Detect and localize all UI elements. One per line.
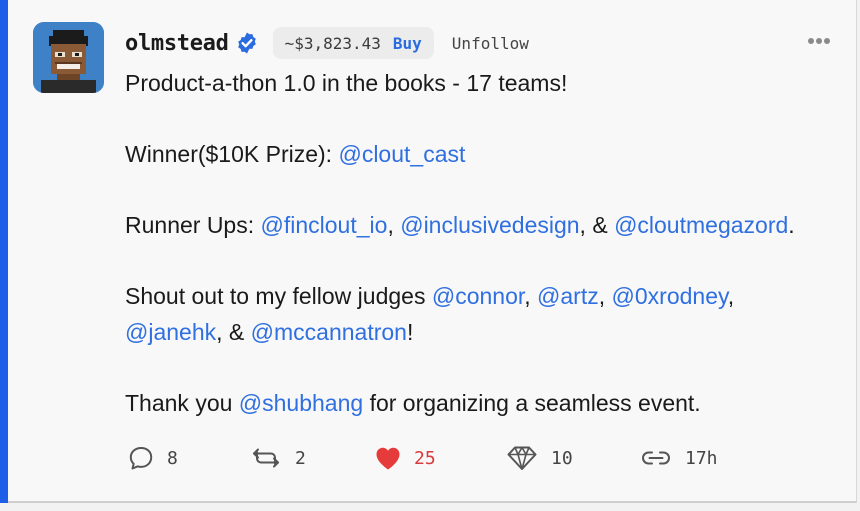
text-segment: , <box>727 283 735 309</box>
mention-link[interactable]: @janehk <box>125 319 216 345</box>
mention-link[interactable]: @shubhang <box>239 390 363 416</box>
verified-badge-icon <box>237 32 256 54</box>
avatar[interactable] <box>33 22 104 93</box>
ellipsis-icon[interactable] <box>806 34 832 48</box>
heart-icon <box>376 447 400 470</box>
post-body: Product-a-thon 1.0 in the books - 17 tea… <box>125 66 825 421</box>
post-line: Thank you @shubhang for organizing a sea… <box>125 386 825 422</box>
mention-link[interactable]: @inclusivedesign <box>400 212 579 238</box>
text-segment: , <box>598 283 612 309</box>
reclout-count: 2 <box>295 447 306 469</box>
comment-count: 8 <box>167 447 178 469</box>
diamond-icon <box>507 446 537 470</box>
text-segment: Winner($10K Prize): <box>125 141 339 167</box>
text-segment: , & <box>216 318 251 345</box>
post-line: Winner($10K Prize): @clout_cast <box>125 137 825 173</box>
post-line: Runner Ups: @finclout_io, @inclusivedesi… <box>125 208 825 244</box>
diamond-count: 10 <box>551 447 573 469</box>
comment-icon <box>129 447 153 470</box>
like-count: 25 <box>414 447 436 469</box>
mention-link[interactable]: @mccannatron <box>251 319 407 345</box>
text-segment: for organizing a seamless event. <box>363 389 701 416</box>
post-card[interactable]: olmstead ~$3,823.43 Buy Unfollow Product… <box>0 0 857 503</box>
like-button[interactable]: 25 <box>374 443 436 473</box>
avatar-image <box>33 22 104 93</box>
diamond-button[interactable]: 10 <box>505 443 573 473</box>
mention-link[interactable]: @clout_cast <box>338 141 465 167</box>
text-segment: Runner Ups: <box>125 212 261 238</box>
unfollow-button[interactable]: Unfollow <box>452 34 529 53</box>
post-timestamp: 17h <box>685 447 718 469</box>
text-segment: , <box>387 212 401 238</box>
username-link[interactable]: olmstead <box>125 31 229 56</box>
coin-price-pill[interactable]: ~$3,823.43 Buy <box>272 27 434 59</box>
text-segment: , & <box>579 212 615 238</box>
reclout-icon <box>253 448 279 468</box>
mention-link[interactable]: @finclout_io <box>261 212 388 238</box>
reclout-button[interactable]: 2 <box>249 443 306 473</box>
text-segment: Thank you <box>125 389 239 416</box>
mention-link[interactable]: @cloutmegazord <box>614 212 788 238</box>
mention-link[interactable]: @connor <box>432 283 524 309</box>
coin-price: ~$3,823.43 <box>284 33 381 53</box>
permalink-button[interactable]: 17h <box>639 443 718 473</box>
post-line: Shout out to my fellow judges @connor, @… <box>125 279 825 315</box>
mention-link[interactable]: @0xrodney <box>612 283 728 309</box>
link-icon <box>642 451 670 465</box>
comment-button[interactable]: 8 <box>127 443 178 473</box>
accent-bar <box>0 0 8 503</box>
text-segment: , <box>524 283 538 309</box>
post-line: Product-a-thon 1.0 in the books - 17 tea… <box>125 70 568 96</box>
text-segment: ! <box>406 318 414 345</box>
post-line: @janehk, & @mccannatron! <box>125 315 825 351</box>
buy-button[interactable]: Buy <box>393 34 422 53</box>
text-segment: . <box>788 212 795 238</box>
mention-link[interactable]: @artz <box>537 283 599 309</box>
post-header: olmstead ~$3,823.43 Buy Unfollow <box>125 27 529 59</box>
text-segment: Shout out to my fellow judges <box>125 283 432 309</box>
